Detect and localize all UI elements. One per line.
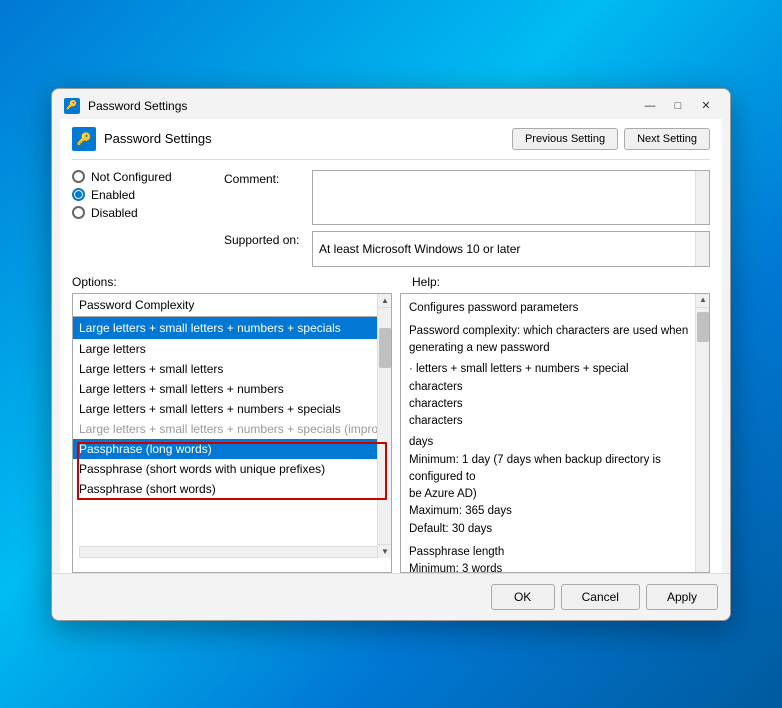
header-icon: 🔑 bbox=[72, 127, 96, 151]
apply-button[interactable]: Apply bbox=[646, 584, 718, 610]
password-settings-window: 🔑 Password Settings — □ ✕ 🔑 Password Set… bbox=[51, 88, 731, 621]
left-panel: Not Configured Enabled Disabled bbox=[72, 170, 212, 267]
disabled-radio[interactable] bbox=[72, 206, 85, 219]
disabled-row[interactable]: Disabled bbox=[72, 206, 212, 220]
not-configured-radio[interactable] bbox=[72, 170, 85, 183]
enabled-label: Enabled bbox=[91, 188, 135, 202]
supported-value: At least Microsoft Windows 10 or later bbox=[319, 242, 703, 256]
window-icon: 🔑 bbox=[64, 98, 80, 114]
enabled-radio[interactable] bbox=[72, 188, 85, 201]
window-title: Password Settings bbox=[88, 99, 630, 113]
help-line13: Maximum: 365 days bbox=[409, 503, 701, 520]
comment-box[interactable] bbox=[312, 170, 710, 225]
list-item[interactable]: Large letters + small letters bbox=[73, 359, 391, 379]
right-panel: Comment: Supported on: At least Microsof… bbox=[224, 170, 710, 267]
options-panel: Password Complexity ▼ Large letters + sm… bbox=[72, 293, 392, 573]
list-item[interactable]: Large letters bbox=[73, 339, 391, 359]
comment-scrollbar[interactable] bbox=[695, 171, 709, 224]
minimize-button[interactable]: — bbox=[638, 97, 662, 115]
header-title: Password Settings bbox=[104, 131, 504, 146]
help-scroll-thumb[interactable] bbox=[697, 312, 709, 342]
help-line17: Minimum: 3 words bbox=[409, 561, 701, 573]
options-vertical-scrollbar[interactable]: ▲ ▼ bbox=[377, 294, 391, 558]
title-bar: 🔑 Password Settings — □ ✕ bbox=[52, 89, 730, 119]
list-item-passphrase-long[interactable]: Passphrase (long words) bbox=[73, 439, 391, 459]
dropdown-list[interactable]: Large letters Large letters + small lett… bbox=[73, 339, 391, 572]
not-configured-row[interactable]: Not Configured bbox=[72, 170, 212, 184]
list-item[interactable]: Passphrase (short words with unique pref… bbox=[73, 459, 391, 479]
help-line4: generating a new password bbox=[409, 340, 701, 357]
bottom-bar: OK Cancel Apply bbox=[52, 573, 730, 620]
dropdown-selected-item[interactable]: Large letters + small letters + numbers … bbox=[73, 317, 391, 339]
supported-label: Supported on: bbox=[224, 231, 304, 247]
ok-button[interactable]: OK bbox=[491, 584, 555, 610]
close-button[interactable]: ✕ bbox=[694, 97, 718, 115]
help-panel: Configures password parameters Password … bbox=[400, 293, 710, 573]
scroll-up-arrow[interactable]: ▲ bbox=[378, 294, 392, 308]
scroll-down-arrow[interactable]: ▼ bbox=[378, 544, 392, 558]
header-row: 🔑 Password Settings Previous Setting Nex… bbox=[72, 127, 710, 160]
help-line1: Configures password parameters bbox=[409, 300, 701, 317]
help-label: Help: bbox=[412, 275, 710, 289]
disabled-label: Disabled bbox=[91, 206, 138, 220]
help-line16: Passphrase length bbox=[409, 544, 701, 561]
help-line6: characters bbox=[409, 379, 701, 396]
enabled-row[interactable]: Enabled bbox=[72, 188, 212, 202]
content-area: 🔑 Password Settings Previous Setting Nex… bbox=[60, 119, 722, 573]
help-line10: days bbox=[409, 434, 701, 451]
help-line14: Default: 30 days bbox=[409, 521, 701, 538]
comment-section: Comment: bbox=[224, 170, 710, 225]
options-horizontal-scrollbar[interactable] bbox=[79, 546, 385, 558]
list-item[interactable]: Large letters + small letters + numbers … bbox=[73, 419, 391, 439]
cancel-button[interactable]: Cancel bbox=[561, 584, 640, 610]
supported-section: Supported on: At least Microsoft Windows… bbox=[224, 231, 710, 267]
options-label: Options: bbox=[72, 275, 412, 289]
help-scrollbar[interactable]: ▲ bbox=[695, 294, 709, 572]
supported-box: At least Microsoft Windows 10 or later bbox=[312, 231, 710, 267]
title-bar-controls: — □ ✕ bbox=[638, 97, 718, 115]
previous-setting-button[interactable]: Previous Setting bbox=[512, 128, 618, 150]
list-item[interactable]: Large letters + small letters + numbers bbox=[73, 379, 391, 399]
main-panels: Password Complexity ▼ Large letters + sm… bbox=[72, 293, 710, 573]
comment-label: Comment: bbox=[224, 170, 304, 186]
dropdown-header[interactable]: Password Complexity ▼ bbox=[73, 294, 391, 317]
maximize-button[interactable]: □ bbox=[666, 97, 690, 115]
help-line3: Password complexity: which characters ar… bbox=[409, 323, 701, 340]
list-item[interactable]: Large letters + small letters + numbers … bbox=[73, 399, 391, 419]
settings-body: Not Configured Enabled Disabled Comment: bbox=[72, 160, 710, 275]
help-line12: be Azure AD) bbox=[409, 486, 701, 503]
next-setting-button[interactable]: Next Setting bbox=[624, 128, 710, 150]
supported-scrollbar[interactable] bbox=[695, 232, 709, 266]
scroll-thumb[interactable] bbox=[379, 328, 391, 368]
dropdown-header-label: Password Complexity bbox=[79, 298, 194, 312]
list-item[interactable]: Passphrase (short words) bbox=[73, 479, 391, 499]
help-scroll-up[interactable]: ▲ bbox=[696, 294, 710, 308]
not-configured-label: Not Configured bbox=[91, 170, 172, 184]
help-line11: Minimum: 1 day (7 days when backup direc… bbox=[409, 452, 701, 487]
help-line7: characters bbox=[409, 396, 701, 413]
header-buttons: Previous Setting Next Setting bbox=[512, 128, 710, 150]
options-help-labels: Options: Help: bbox=[72, 275, 710, 293]
help-line5: · letters + small letters + numbers + sp… bbox=[409, 361, 701, 378]
help-line8: characters bbox=[409, 413, 701, 430]
